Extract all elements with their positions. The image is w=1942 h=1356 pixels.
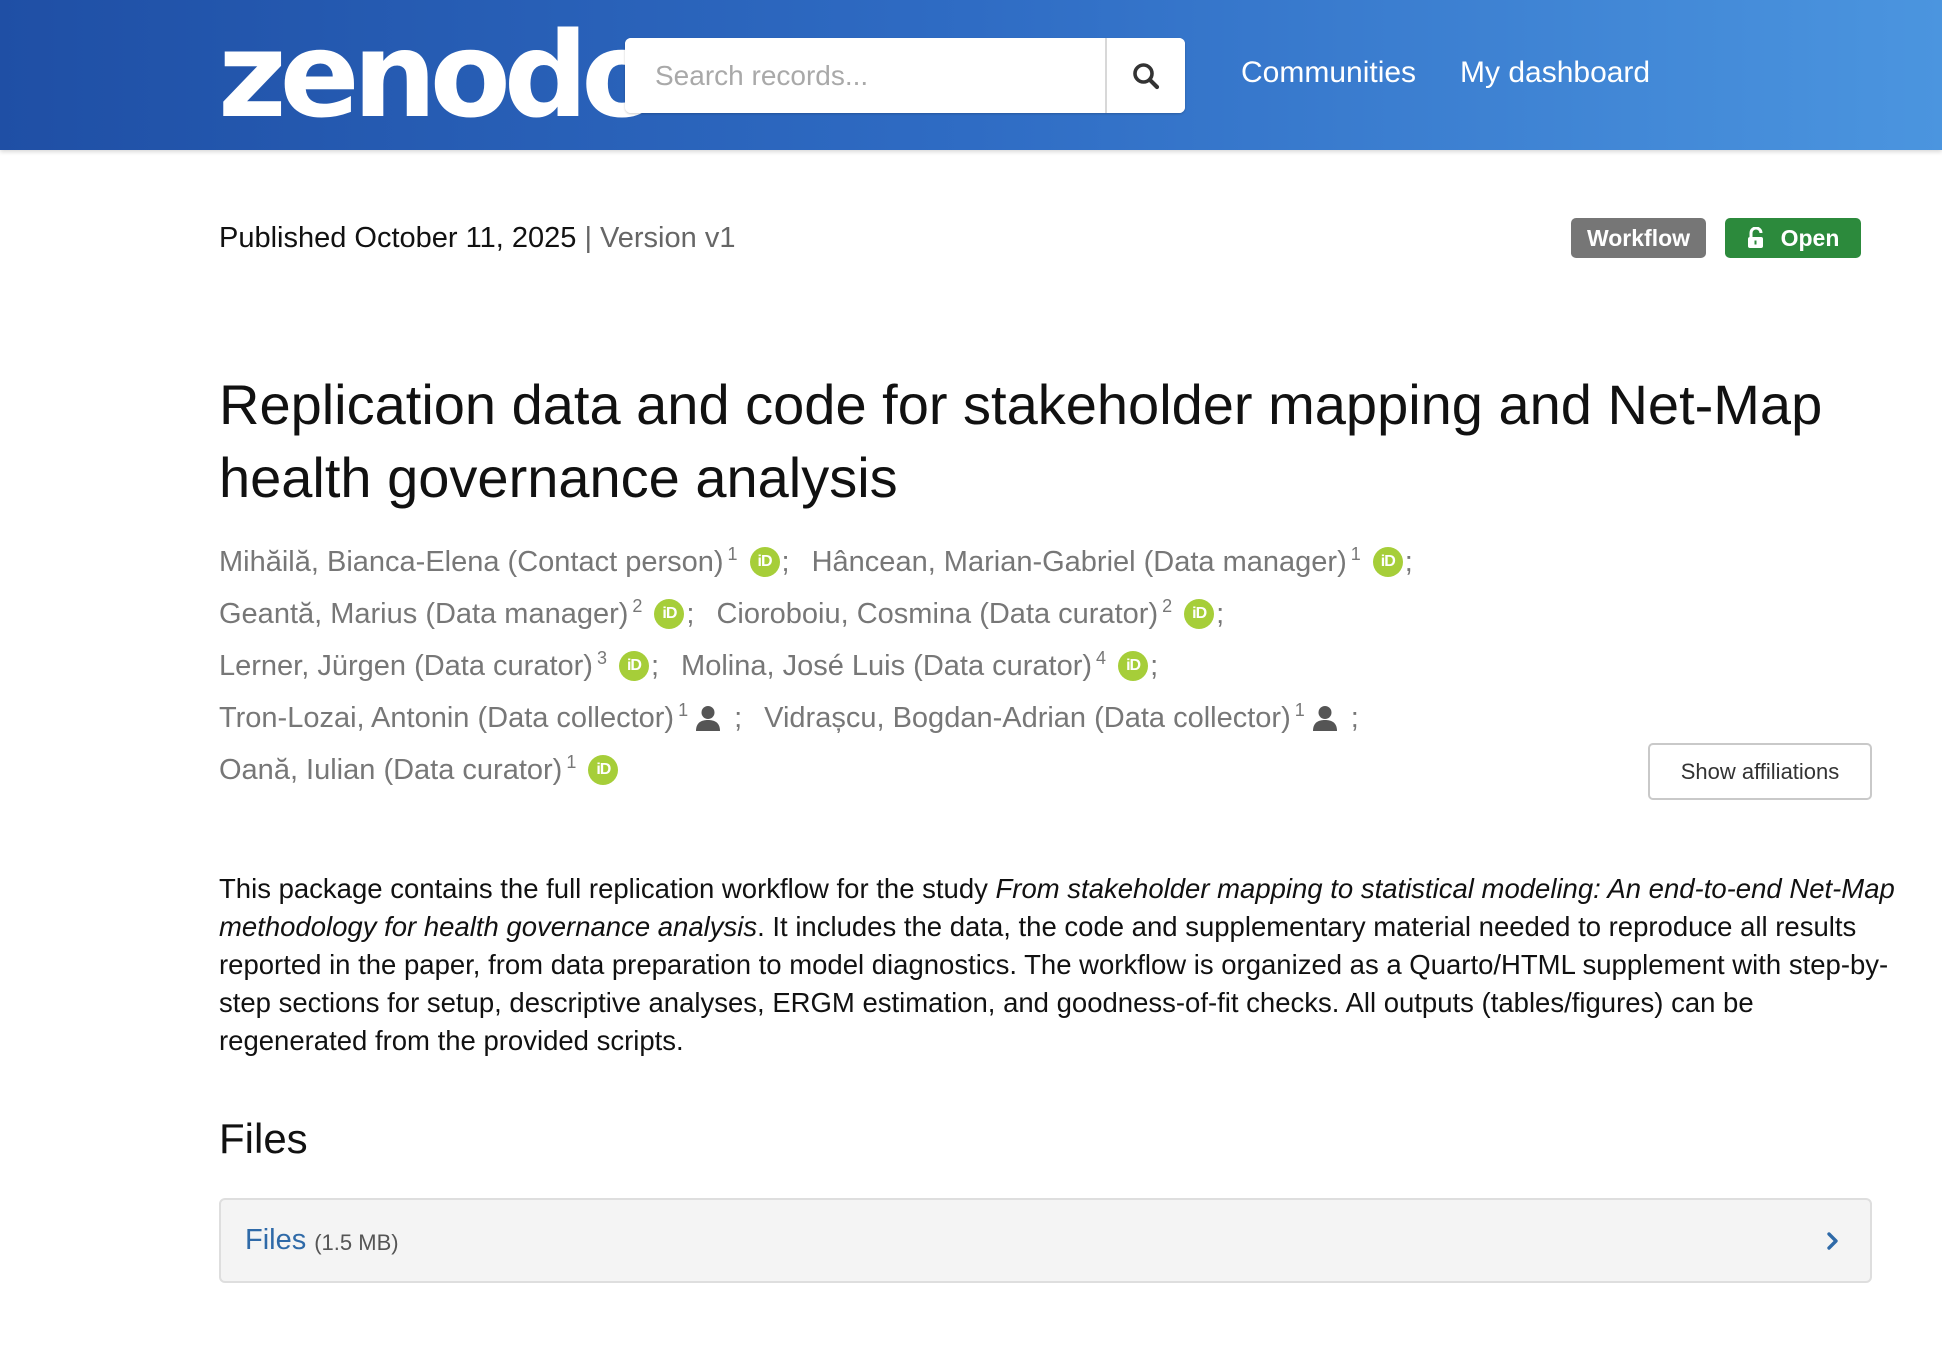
- creator-name[interactable]: Geantă, Marius (Data manager): [219, 598, 628, 631]
- creator-separator: ;: [1350, 701, 1359, 734]
- record-description: This package contains the full replicati…: [219, 870, 1899, 1060]
- person-icon: [694, 704, 722, 732]
- creators-row: Tron-Lozai, Antonin (Data collector) 1 ; …: [219, 692, 1669, 744]
- orcid-icon[interactable]: iD: [1372, 547, 1403, 577]
- affiliation-number: 3: [596, 647, 607, 668]
- affiliation-number: 1: [1350, 543, 1361, 564]
- affiliation-number: 1: [678, 699, 689, 720]
- show-affiliations-button[interactable]: Show affiliations: [1648, 743, 1872, 800]
- creators-row: Mihăilă, Bianca-Elena (Contact person) 1 …: [219, 536, 1669, 588]
- chevron-right-icon[interactable]: [1826, 1231, 1840, 1251]
- top-header: zenodo Communities My dashboard: [0, 0, 1942, 150]
- creator-item[interactable]: Lerner, Jürgen (Data curator) 3 iD: [219, 647, 649, 683]
- record-title: Replication data and code for stakeholde…: [219, 373, 1823, 509]
- creator-item[interactable]: Mihăilă, Bianca-Elena (Contact person) 1 …: [219, 543, 780, 579]
- creator-name[interactable]: Oană, Iulian (Data curator): [219, 754, 562, 787]
- creator-separator: ;: [734, 701, 743, 734]
- creator-name[interactable]: Mihăilă, Bianca-Elena (Contact person): [219, 546, 724, 579]
- creator-item[interactable]: Tron-Lozai, Antonin (Data collector) 1: [219, 699, 722, 735]
- resource-type-label: Workflow: [1586, 224, 1691, 251]
- creator-name[interactable]: Molina, José Luis (Data curator): [681, 650, 1092, 683]
- search-input[interactable]: [625, 38, 1105, 113]
- publication-info: Published October 11, 2025 | Version v1: [219, 222, 735, 255]
- creator-separator: ;: [1216, 597, 1225, 630]
- creator-separator: ;: [1404, 545, 1413, 578]
- affiliation-number: 2: [1162, 595, 1173, 616]
- nav-communities[interactable]: Communities: [1241, 56, 1416, 90]
- files-accordion[interactable]: Files (1.5 MB): [219, 1198, 1872, 1283]
- published-date: Published October 11, 2025: [219, 222, 577, 254]
- creator-item[interactable]: Cioroboiu, Cosmina (Data curator) 2 iD: [716, 595, 1215, 631]
- creator-item[interactable]: Hâncean, Marian-Gabriel (Data manager) 1 …: [812, 543, 1403, 579]
- creator-separator: ;: [686, 597, 695, 630]
- affiliation-number: 4: [1096, 647, 1107, 668]
- zenodo-logo[interactable]: zenodo: [218, 0, 662, 150]
- orcid-icon[interactable]: iD: [749, 547, 780, 577]
- description-intro: This package contains the full replicati…: [219, 873, 996, 904]
- unlock-icon: [1747, 227, 1763, 248]
- creator-separator: ;: [781, 545, 790, 578]
- search-icon: [1133, 62, 1160, 89]
- search-button[interactable]: [1105, 38, 1185, 113]
- creators-row: Lerner, Jürgen (Data curator) 3 iD ; Moli…: [219, 640, 1669, 692]
- creator-item[interactable]: Molina, José Luis (Data curator) 4 iD: [681, 647, 1149, 683]
- affiliation-number: 2: [632, 595, 643, 616]
- creator-name[interactable]: Hâncean, Marian-Gabriel (Data manager): [812, 546, 1347, 579]
- creators-row: Oană, Iulian (Data curator) 1 iD: [219, 744, 1669, 796]
- creator-separator: ;: [650, 649, 660, 682]
- creator-name[interactable]: Vidrașcu, Bogdan-Adrian (Data collector): [764, 702, 1291, 735]
- affiliation-number: 1: [566, 751, 577, 772]
- resource-type-badge: Workflow: [1571, 218, 1706, 258]
- orcid-icon[interactable]: iD: [654, 599, 685, 629]
- creator-item[interactable]: Vidrașcu, Bogdan-Adrian (Data collector)…: [764, 699, 1339, 735]
- person-icon: [1311, 704, 1339, 732]
- files-heading: Files: [219, 1115, 308, 1162]
- creators-list: Mihăilă, Bianca-Elena (Contact person) 1 …: [219, 536, 1669, 796]
- orcid-icon[interactable]: iD: [1184, 599, 1215, 629]
- access-status-label: Open: [1780, 224, 1840, 251]
- files-accordion-label[interactable]: Files: [245, 1224, 306, 1257]
- search-bar: [625, 38, 1185, 113]
- orcid-icon[interactable]: iD: [1118, 651, 1149, 681]
- access-status-badge: Open: [1725, 218, 1861, 258]
- affiliation-number: 1: [727, 543, 738, 564]
- creator-name[interactable]: Lerner, Jürgen (Data curator): [219, 650, 593, 683]
- creator-item[interactable]: Geantă, Marius (Data manager) 2 iD: [219, 595, 685, 631]
- affiliation-number: 1: [1294, 699, 1305, 720]
- orcid-icon[interactable]: iD: [618, 651, 649, 681]
- creator-item[interactable]: Oană, Iulian (Data curator) 1 iD: [219, 751, 619, 787]
- creators-row: Geantă, Marius (Data manager) 2 iD ; Cior…: [219, 588, 1669, 640]
- creator-separator: ;: [1150, 649, 1159, 682]
- nav-my-dashboard[interactable]: My dashboard: [1460, 56, 1650, 90]
- files-size: (1.5 MB): [314, 1229, 399, 1255]
- creator-name[interactable]: Cioroboiu, Cosmina (Data curator): [716, 598, 1158, 631]
- orcid-icon[interactable]: iD: [588, 755, 619, 785]
- version-label: | Version v1: [584, 222, 736, 254]
- creator-name[interactable]: Tron-Lozai, Antonin (Data collector): [219, 702, 674, 735]
